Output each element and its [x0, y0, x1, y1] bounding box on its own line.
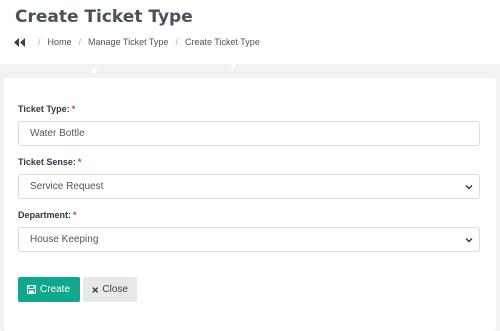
required-mark: * — [73, 210, 77, 220]
create-button[interactable]: Create — [18, 277, 80, 302]
decorative-dot — [92, 68, 97, 73]
page-header: Create Ticket Type / Home / Manage Ticke… — [0, 0, 500, 64]
double-chevron-left-icon[interactable] — [14, 37, 25, 47]
breadcrumb-manage-ticket-type-link[interactable]: Manage Ticket Type — [88, 37, 168, 47]
required-mark: * — [77, 157, 82, 167]
ticket-sense-label: Ticket Sense: * — [18, 157, 81, 167]
chevron-down-icon — [465, 238, 473, 243]
save-icon — [27, 285, 36, 294]
ticket-type-value: Water Bottle — [30, 128, 85, 139]
breadcrumb-separator: / — [38, 37, 41, 47]
department-select[interactable]: House Keeping — [18, 227, 480, 252]
ticket-type-label-text: Ticket Type: — [18, 104, 70, 114]
close-button[interactable]: Close — [83, 277, 137, 302]
breadcrumb-current: Create Ticket Type — [184, 37, 260, 47]
department-selected: House Keeping — [30, 234, 99, 245]
ticket-sense-selected: Service Request — [30, 181, 104, 192]
ticket-sense-select[interactable]: Service Request — [18, 174, 480, 199]
breadcrumb-separator: / — [175, 37, 178, 47]
breadcrumb: / Home / Manage Ticket Type / Create Tic… — [14, 37, 260, 47]
decorative-dot — [231, 64, 236, 69]
create-button-label: Create — [40, 284, 71, 295]
close-button-label: Close — [102, 284, 128, 295]
ticket-type-label: Ticket Type: * — [18, 104, 75, 114]
close-icon — [92, 286, 99, 293]
breadcrumb-separator: / — [78, 37, 82, 47]
page-title: Create Ticket Type — [15, 7, 193, 27]
ticket-sense-label-text: Ticket Sense: — [18, 157, 76, 167]
department-label: Department: * — [18, 210, 77, 220]
ticket-type-input[interactable]: Water Bottle — [18, 121, 480, 146]
breadcrumb-home-link[interactable]: Home — [48, 37, 72, 47]
required-mark: * — [71, 104, 76, 114]
decorative-dot — [4, 297, 9, 302]
department-label-text: Department: — [18, 210, 72, 220]
chevron-down-icon — [465, 185, 473, 190]
